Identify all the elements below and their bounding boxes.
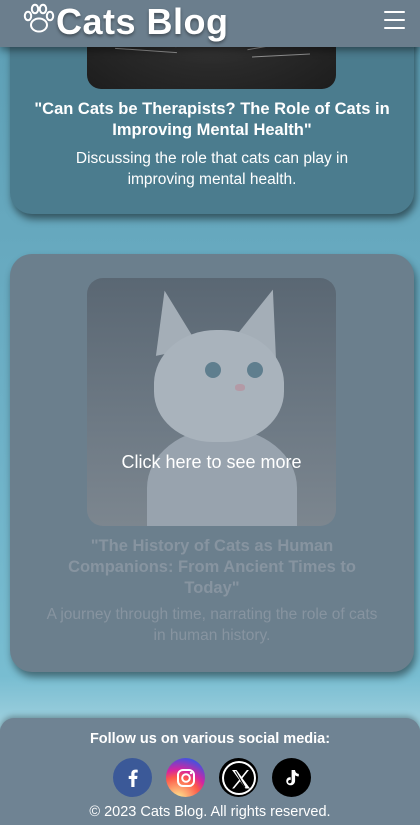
kitten-nose (235, 384, 245, 391)
post-image[interactable]: Click here to see more (87, 278, 336, 526)
kitten-eye (247, 362, 263, 378)
instagram-icon[interactable] (166, 758, 205, 797)
site-header: Cats Blog (0, 0, 420, 47)
x-icon[interactable] (219, 758, 258, 797)
site-footer: Follow us on various social media: © 202… (0, 718, 420, 825)
post-description: Discussing the role that cats can play i… (75, 150, 349, 188)
copyright-text: © 2023 Cats Blog. All rights reserved. (89, 804, 331, 820)
tiktok-icon[interactable] (272, 758, 311, 797)
hamburger-menu-icon[interactable] (384, 11, 405, 31)
post-title[interactable]: "The History of Cats as Human Companions… (10, 536, 414, 599)
post-title[interactable]: "Can Cats be Therapists? The Role of Cat… (10, 99, 414, 141)
see-more-link[interactable]: Click here to see more (87, 452, 336, 473)
post-card[interactable]: Click here to see more "The History of C… (10, 254, 414, 672)
follow-text: Follow us on various social media: (89, 731, 331, 747)
kitten-head (154, 330, 284, 442)
facebook-icon[interactable] (113, 758, 152, 797)
kitten-body (147, 428, 297, 526)
post-description: A journey through time, narrating the ro… (46, 606, 378, 644)
site-title[interactable]: Cats Blog (56, 1, 229, 43)
kitten-eye (205, 362, 221, 378)
social-links (113, 758, 311, 797)
paw-icon[interactable] (22, 3, 56, 35)
